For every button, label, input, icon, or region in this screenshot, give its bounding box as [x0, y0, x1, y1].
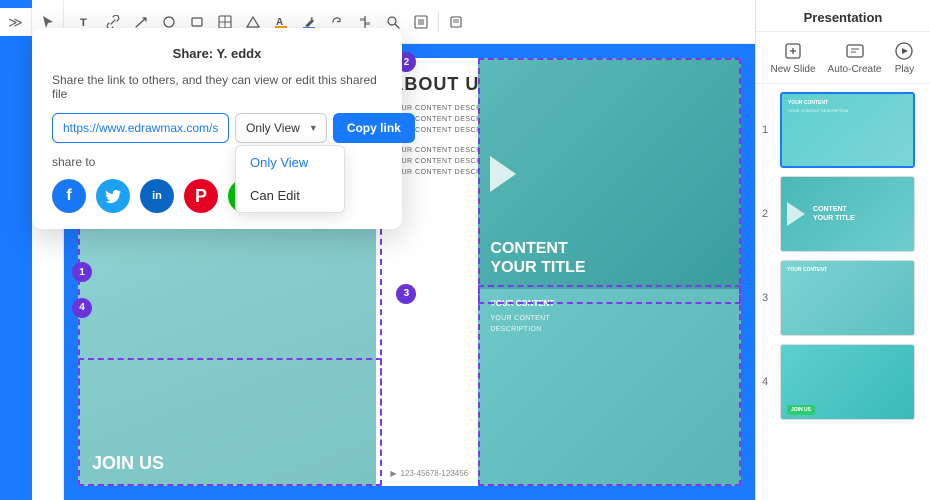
slide-number-3: 3 — [762, 292, 774, 304]
play-label: Play — [895, 64, 914, 75]
slide-number-1: 1 — [762, 124, 774, 136]
auto-create-icon — [844, 40, 866, 62]
section-2-bottom-content: YOUR CONTENT — [490, 299, 729, 308]
slide-phone: ▶ 123-45678-123456 — [390, 469, 468, 478]
share-pinterest-btn[interactable]: P — [184, 179, 218, 213]
svg-text:T: T — [80, 17, 87, 29]
slide-thumb-4[interactable]: JOIN US — [780, 344, 915, 420]
share-dialog: Share: Y. eddx Share the link to others,… — [32, 28, 402, 229]
share-view-wrapper: Only View ▼ Only View Can Edit — [235, 113, 327, 143]
slide-thumb-2[interactable]: CONTENT YOUR TITLE — [780, 176, 915, 252]
collapse-button[interactable]: ≫ — [0, 8, 32, 36]
section-2-top: CONTENT YOUR TITLE — [478, 58, 741, 289]
collapse-icon: ≫ — [8, 14, 23, 31]
share-linkedin-btn[interactable]: in — [140, 179, 174, 213]
view-dropdown: Only View Can Edit — [235, 145, 345, 213]
facebook-icon: f — [66, 187, 71, 205]
linkedin-icon: in — [152, 190, 162, 202]
toolbar-divider — [438, 12, 439, 32]
share-dialog-title: Share: Y. eddx — [52, 46, 382, 61]
new-slide-label: New Slide — [771, 64, 816, 75]
pinterest-icon: P — [195, 186, 207, 207]
badge-4-label: 4 — [79, 302, 85, 313]
section-2-bottom: YOUR CONTENT YOUR CONTENTDESCRIPTION — [478, 289, 741, 486]
slide-thumb-3[interactable]: YOUR CONTENT — [780, 260, 915, 336]
slides-panel-header: Presentation — [756, 0, 930, 32]
share-link-row: Only View ▼ Only View Can Edit Copy link — [52, 113, 382, 143]
badge-3-label: 3 — [404, 288, 410, 299]
phone-icon: ▶ — [390, 469, 396, 478]
slides-panel-title: Presentation — [804, 10, 883, 25]
play-btn[interactable]: Play — [893, 40, 915, 75]
slides-panel-toolbar: New Slide Auto-Create Play — [756, 32, 930, 84]
phone-number: 123-45678-123456 — [401, 469, 469, 478]
more-tool-btn[interactable] — [408, 9, 434, 35]
slide-thumb-1[interactable]: YOUR CONTENT YOUR CONTENT DESCRIPTION — [780, 92, 915, 168]
badge-2-label: 2 — [404, 57, 410, 68]
share-twitter-btn[interactable] — [96, 179, 130, 213]
copy-link-button[interactable]: Copy link — [333, 113, 415, 143]
auto-create-btn[interactable]: Auto-Create — [828, 40, 882, 75]
share-view-select[interactable]: Only View ▼ — [235, 113, 327, 143]
share-facebook-btn[interactable]: f — [52, 179, 86, 213]
slides-panel: Presentation New Slide Auto-Create Play … — [755, 0, 930, 500]
new-slide-icon — [782, 40, 804, 62]
section-2-title-2: YOUR TITLE — [490, 258, 585, 277]
slide-join-us: JOIN US — [92, 453, 164, 474]
auto-create-label: Auto-Create — [828, 64, 882, 75]
share-link-input[interactable] — [52, 113, 229, 143]
share-view-arrow-icon: ▼ — [309, 123, 318, 133]
slide-item-2[interactable]: 2 CONTENT YOUR TITLE — [762, 176, 924, 252]
view-dropdown-can-edit[interactable]: Can Edit — [236, 179, 344, 212]
section-2-arrow — [490, 156, 516, 192]
badge-1-label: 1 — [79, 267, 85, 278]
slide-number-4: 4 — [762, 376, 774, 388]
slide-section-2: CONTENT YOUR TITLE YOUR CONTENT YOUR CON… — [478, 58, 741, 486]
slide-item-4[interactable]: 4 JOIN US — [762, 344, 924, 420]
view-dropdown-only-view[interactable]: Only View — [236, 146, 344, 179]
share-description: Share the link to others, and they can v… — [52, 73, 382, 101]
slide-item-1[interactable]: 1 YOUR CONTENT YOUR CONTENT DESCRIPTION — [762, 92, 924, 168]
slide-thumb-4-label: JOIN US — [787, 405, 815, 415]
slides-list: 1 YOUR CONTENT YOUR CONTENT DESCRIPTION … — [756, 84, 930, 494]
share-view-mode: Only View — [246, 121, 300, 135]
slide-item-3[interactable]: 3 YOUR CONTENT — [762, 260, 924, 336]
play-icon — [893, 40, 915, 62]
new-slide-btn[interactable]: New Slide — [771, 40, 816, 75]
badge-4: 4 — [72, 298, 92, 318]
section-2-title-1: CONTENT — [490, 239, 567, 258]
badge-1: 1 — [72, 262, 92, 282]
section-2-bottom-desc: YOUR CONTENTDESCRIPTION — [490, 314, 729, 335]
slide-number-2: 2 — [762, 208, 774, 220]
export-btn[interactable] — [443, 9, 469, 35]
